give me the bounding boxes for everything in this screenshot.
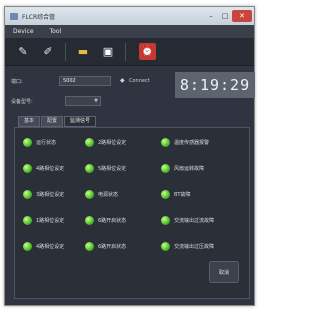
tab-bar: 基本 配置 监测信号 xyxy=(18,116,97,127)
indicator-item: 温度传感器报警 xyxy=(161,138,209,147)
indicator-label: 3路相位设定 xyxy=(36,192,65,198)
indicator-label: BT故障 xyxy=(174,192,191,198)
tab-config[interactable]: 配置 xyxy=(41,116,64,127)
indicator-item: 运行状态 xyxy=(23,138,56,147)
tab-basic[interactable]: 基本 xyxy=(18,116,41,127)
signal-panel: 运行状态 2路相位设定 温度传感器报警 4路相位设定 5路相位设定 风扇运转故障… xyxy=(14,127,250,299)
indicator-label: 4路相位设定 xyxy=(36,244,65,250)
indicator-label: 1路相位设定 xyxy=(36,218,65,224)
indicator-label: 6路开启状态 xyxy=(98,244,127,250)
port-label: 端口: xyxy=(11,79,23,85)
status-led-icon xyxy=(23,216,32,225)
maximize-button[interactable]: □ xyxy=(218,10,232,22)
status-led-icon xyxy=(85,164,94,173)
mode-select[interactable]: ▼ xyxy=(65,96,101,106)
cancel-button[interactable]: 取消 xyxy=(209,261,239,283)
indicator-item: 4路相位设定 xyxy=(23,164,64,173)
status-led-icon xyxy=(23,164,32,173)
indicator-item: 4路相位设定 xyxy=(23,242,64,251)
time-display: 8:19:29 xyxy=(175,72,255,98)
status-led-icon xyxy=(161,216,170,225)
connect-icon: ◆ xyxy=(120,77,125,84)
connection-area: 端口: 5002 ◆ Connect 8:19:29 设备型号: ▼ xyxy=(5,66,255,110)
indicator-label: 运行状态 xyxy=(36,140,57,146)
indicator-item: 电源状态 xyxy=(85,190,118,199)
close-button[interactable]: ✕ xyxy=(232,10,252,22)
status-led-icon xyxy=(85,216,94,225)
status-led-icon xyxy=(161,164,170,173)
status-led-icon xyxy=(23,242,32,251)
broom-icon[interactable]: ✎ xyxy=(13,42,33,62)
indicator-item: 风扇运转故障 xyxy=(161,164,204,173)
status-led-icon xyxy=(85,138,94,147)
tab-monitor[interactable]: 监测信号 xyxy=(64,116,97,127)
status-led-icon xyxy=(23,190,32,199)
menu-bar: Device Tool xyxy=(5,25,254,38)
indicator-label: 2路相位设定 xyxy=(98,140,127,146)
chevron-down-icon: ▼ xyxy=(94,98,98,104)
toolbar-divider xyxy=(65,42,66,61)
indicator-item: 6路开启状态 xyxy=(85,216,126,225)
indicator-item: BT故障 xyxy=(161,190,191,199)
indicator-label: 电源状态 xyxy=(98,192,119,198)
indicator-label: 6路开启状态 xyxy=(98,218,127,224)
port-input[interactable]: 5002 xyxy=(59,76,111,86)
indicator-item: 1路相位设定 xyxy=(23,216,64,225)
indicator-label: 风扇运转故障 xyxy=(174,166,205,172)
indicator-item: 交流输出过压故障 xyxy=(161,242,214,251)
menu-tool[interactable]: Tool xyxy=(50,28,62,35)
indicator-label: 5路相位设定 xyxy=(98,166,127,172)
menu-device[interactable]: Device xyxy=(13,28,34,35)
indicator-item: 交流输出过流故障 xyxy=(161,216,214,225)
indicator-item: 3路相位设定 xyxy=(23,190,64,199)
indicator-label: 温度传感器报警 xyxy=(174,140,210,146)
window-title: FLCR综合管 xyxy=(22,13,56,21)
folder-icon[interactable]: ▬ xyxy=(73,42,93,62)
minimize-button[interactable]: – xyxy=(204,10,218,22)
title-bar: FLCR综合管 – □ ✕ xyxy=(5,7,254,25)
indicator-label: 4路相位设定 xyxy=(36,166,65,172)
status-led-icon xyxy=(161,138,170,147)
save-icon[interactable]: ▣ xyxy=(98,42,118,62)
brush-icon[interactable]: ✐ xyxy=(38,42,58,62)
status-led-icon xyxy=(85,242,94,251)
status-led-icon xyxy=(23,138,32,147)
indicator-label: 交流输出过压故障 xyxy=(174,244,215,250)
indicator-item: 2路相位设定 xyxy=(85,138,126,147)
status-led-icon xyxy=(161,242,170,251)
connect-button[interactable]: Connect xyxy=(129,78,150,84)
toolbar-divider xyxy=(125,42,126,61)
indicator-label: 交流输出过流故障 xyxy=(174,218,215,224)
toolbar: ✎ ✐ ▬ ▣ ⏰ xyxy=(5,38,254,66)
indicator-item: 5路相位设定 xyxy=(85,164,126,173)
mode-label: 设备型号: xyxy=(11,99,33,105)
status-led-icon xyxy=(161,190,170,199)
app-icon xyxy=(10,12,18,20)
indicator-item: 6路开启状态 xyxy=(85,242,126,251)
alarm-icon[interactable]: ⏰ xyxy=(139,43,156,60)
status-led-icon xyxy=(85,190,94,199)
